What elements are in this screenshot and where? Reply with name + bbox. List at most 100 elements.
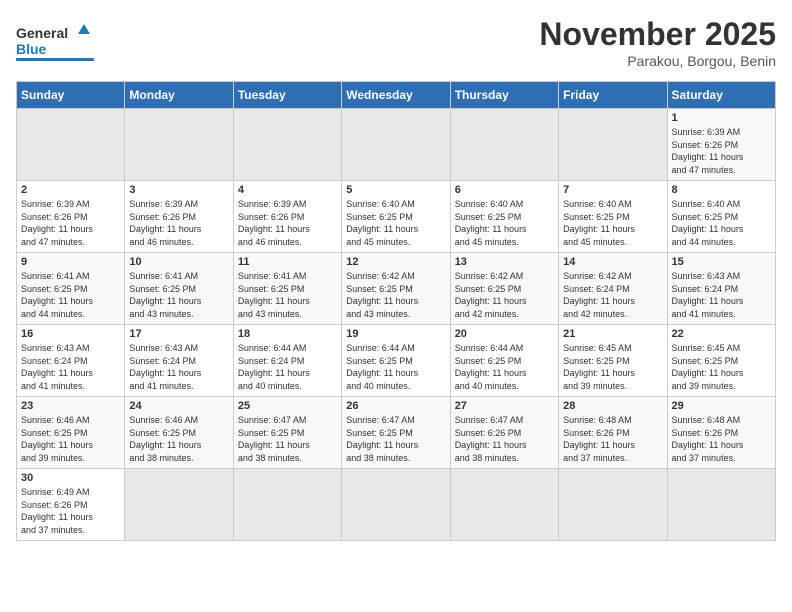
day-number: 30: [21, 472, 120, 484]
day-number: 19: [346, 328, 445, 340]
calendar-cell: 2Sunrise: 6:39 AM Sunset: 6:26 PM Daylig…: [17, 181, 125, 253]
day-number: 28: [563, 400, 662, 412]
calendar-cell: 3Sunrise: 6:39 AM Sunset: 6:26 PM Daylig…: [125, 181, 233, 253]
day-info: Sunrise: 6:45 AM Sunset: 6:25 PM Dayligh…: [563, 342, 662, 392]
header-cell-friday: Friday: [559, 82, 667, 109]
calendar-cell: 8 Sunrise: 6:40 AM Sunset: 6:25 PM Daylig…: [667, 181, 775, 253]
calendar-cell: 30Sunrise: 6:49 AM Sunset: 6:26 PM Dayli…: [17, 469, 125, 541]
page-title: November 2025: [539, 16, 776, 53]
day-number: 1: [672, 112, 771, 124]
calendar-cell: 25Sunrise: 6:47 AM Sunset: 6:25 PM Dayli…: [233, 397, 341, 469]
day-number: 4: [238, 184, 337, 196]
day-info: Sunrise: 6:42 AM Sunset: 6:25 PM Dayligh…: [346, 270, 445, 320]
day-info: Sunrise: 6:40 AM Sunset: 6:25 PM Dayligh…: [672, 198, 771, 248]
day-info: Sunrise: 6:42 AM Sunset: 6:25 PM Dayligh…: [455, 270, 554, 320]
calendar-cell: 11 Sunrise: 6:41 AM Sunset: 6:25 PM Dayli…: [233, 253, 341, 325]
title-block: November 2025 Parakou, Borgou, Benin: [539, 16, 776, 69]
day-info: Sunrise: 6:39 AM Sunset: 6:26 PM Dayligh…: [21, 198, 120, 248]
day-number: 18: [238, 328, 337, 340]
calendar-cell: 16Sunrise: 6:43 AM Sunset: 6:24 PM Dayli…: [17, 325, 125, 397]
calendar-cell: 13Sunrise: 6:42 AM Sunset: 6:25 PM Dayli…: [450, 253, 558, 325]
day-info: Sunrise: 6:41 AM Sunset: 6:25 PM Dayligh…: [21, 270, 120, 320]
day-info: Sunrise: 6:40 AM Sunset: 6:25 PM Dayligh…: [563, 198, 662, 248]
day-info: Sunrise: 6:43 AM Sunset: 6:24 PM Dayligh…: [21, 342, 120, 392]
day-info: Sunrise: 6:40 AM Sunset: 6:25 PM Dayligh…: [346, 198, 445, 248]
calendar-cell: [125, 109, 233, 181]
header-cell-tuesday: Tuesday: [233, 82, 341, 109]
svg-text:General: General: [16, 25, 68, 41]
day-number: 11: [238, 256, 337, 268]
page-subtitle: Parakou, Borgou, Benin: [539, 53, 776, 69]
day-number: 12: [346, 256, 445, 268]
day-info: Sunrise: 6:43 AM Sunset: 6:24 PM Dayligh…: [672, 270, 771, 320]
calendar-week-4: 16Sunrise: 6:43 AM Sunset: 6:24 PM Dayli…: [17, 325, 776, 397]
calendar-cell: 5 Sunrise: 6:40 AM Sunset: 6:25 PM Daylig…: [342, 181, 450, 253]
calendar-cell: 14Sunrise: 6:42 AM Sunset: 6:24 PM Dayli…: [559, 253, 667, 325]
day-info: Sunrise: 6:40 AM Sunset: 6:25 PM Dayligh…: [455, 198, 554, 248]
day-number: 24: [129, 400, 228, 412]
calendar-cell: 18 Sunrise: 6:44 AM Sunset: 6:24 PM Dayli…: [233, 325, 341, 397]
day-number: 26: [346, 400, 445, 412]
day-number: 27: [455, 400, 554, 412]
day-info: Sunrise: 6:44 AM Sunset: 6:25 PM Dayligh…: [346, 342, 445, 392]
page-header: General Blue November 2025 Parakou, Borg…: [16, 16, 776, 69]
day-number: 29: [672, 400, 771, 412]
calendar-cell: 20 Sunrise: 6:44 AM Sunset: 6:25 PM Dayli…: [450, 325, 558, 397]
day-number: 7: [563, 184, 662, 196]
day-info: Sunrise: 6:48 AM Sunset: 6:26 PM Dayligh…: [563, 414, 662, 464]
logo-svg: General Blue: [16, 16, 96, 66]
calendar-cell: [342, 109, 450, 181]
header-cell-monday: Monday: [125, 82, 233, 109]
calendar-cell: [667, 469, 775, 541]
day-info: Sunrise: 6:44 AM Sunset: 6:25 PM Dayligh…: [455, 342, 554, 392]
svg-text:Blue: Blue: [16, 41, 47, 57]
day-number: 3: [129, 184, 228, 196]
calendar-week-6: 30Sunrise: 6:49 AM Sunset: 6:26 PM Dayli…: [17, 469, 776, 541]
header-cell-thursday: Thursday: [450, 82, 558, 109]
calendar-cell: [450, 469, 558, 541]
calendar-week-5: 23 Sunrise: 6:46 AM Sunset: 6:25 PM Dayli…: [17, 397, 776, 469]
calendar-cell: 9Sunrise: 6:41 AM Sunset: 6:25 PM Daylig…: [17, 253, 125, 325]
day-number: 20: [455, 328, 554, 340]
calendar-cell: [342, 469, 450, 541]
day-info: Sunrise: 6:47 AM Sunset: 6:26 PM Dayligh…: [455, 414, 554, 464]
day-number: 10: [129, 256, 228, 268]
day-info: Sunrise: 6:48 AM Sunset: 6:26 PM Dayligh…: [672, 414, 771, 464]
day-number: 25: [238, 400, 337, 412]
calendar-cell: 17 Sunrise: 6:43 AM Sunset: 6:24 PM Dayli…: [125, 325, 233, 397]
header-cell-sunday: Sunday: [17, 82, 125, 109]
day-info: Sunrise: 6:46 AM Sunset: 6:25 PM Dayligh…: [21, 414, 120, 464]
calendar-cell: 19 Sunrise: 6:44 AM Sunset: 6:25 PM Dayli…: [342, 325, 450, 397]
calendar-cell: [233, 109, 341, 181]
calendar-body: 1 Sunrise: 6:39 AM Sunset: 6:26 PM Daylig…: [17, 109, 776, 541]
calendar-cell: 27 Sunrise: 6:47 AM Sunset: 6:26 PM Dayli…: [450, 397, 558, 469]
calendar-cell: 28 Sunrise: 6:48 AM Sunset: 6:26 PM Dayli…: [559, 397, 667, 469]
calendar-cell: 21Sunrise: 6:45 AM Sunset: 6:25 PM Dayli…: [559, 325, 667, 397]
calendar-table: SundayMondayTuesdayWednesdayThursdayFrid…: [16, 81, 776, 541]
day-number: 23: [21, 400, 120, 412]
day-info: Sunrise: 6:41 AM Sunset: 6:25 PM Dayligh…: [238, 270, 337, 320]
calendar-cell: 10Sunrise: 6:41 AM Sunset: 6:25 PM Dayli…: [125, 253, 233, 325]
calendar-cell: [17, 109, 125, 181]
calendar-cell: 6 Sunrise: 6:40 AM Sunset: 6:25 PM Daylig…: [450, 181, 558, 253]
day-info: Sunrise: 6:44 AM Sunset: 6:24 PM Dayligh…: [238, 342, 337, 392]
day-number: 15: [672, 256, 771, 268]
calendar-cell: 1 Sunrise: 6:39 AM Sunset: 6:26 PM Daylig…: [667, 109, 775, 181]
day-number: 22: [672, 328, 771, 340]
calendar-cell: 7 Sunrise: 6:40 AM Sunset: 6:25 PM Daylig…: [559, 181, 667, 253]
calendar-cell: 15 Sunrise: 6:43 AM Sunset: 6:24 PM Dayli…: [667, 253, 775, 325]
calendar-cell: [450, 109, 558, 181]
day-info: Sunrise: 6:39 AM Sunset: 6:26 PM Dayligh…: [672, 126, 771, 176]
day-number: 6: [455, 184, 554, 196]
day-info: Sunrise: 6:43 AM Sunset: 6:24 PM Dayligh…: [129, 342, 228, 392]
calendar-cell: 24Sunrise: 6:46 AM Sunset: 6:25 PM Dayli…: [125, 397, 233, 469]
calendar-header-row: SundayMondayTuesdayWednesdayThursdayFrid…: [17, 82, 776, 109]
calendar-cell: [233, 469, 341, 541]
day-number: 8: [672, 184, 771, 196]
calendar-week-2: 2Sunrise: 6:39 AM Sunset: 6:26 PM Daylig…: [17, 181, 776, 253]
day-number: 17: [129, 328, 228, 340]
day-number: 14: [563, 256, 662, 268]
day-number: 5: [346, 184, 445, 196]
day-info: Sunrise: 6:45 AM Sunset: 6:25 PM Dayligh…: [672, 342, 771, 392]
calendar-cell: 26Sunrise: 6:47 AM Sunset: 6:25 PM Dayli…: [342, 397, 450, 469]
